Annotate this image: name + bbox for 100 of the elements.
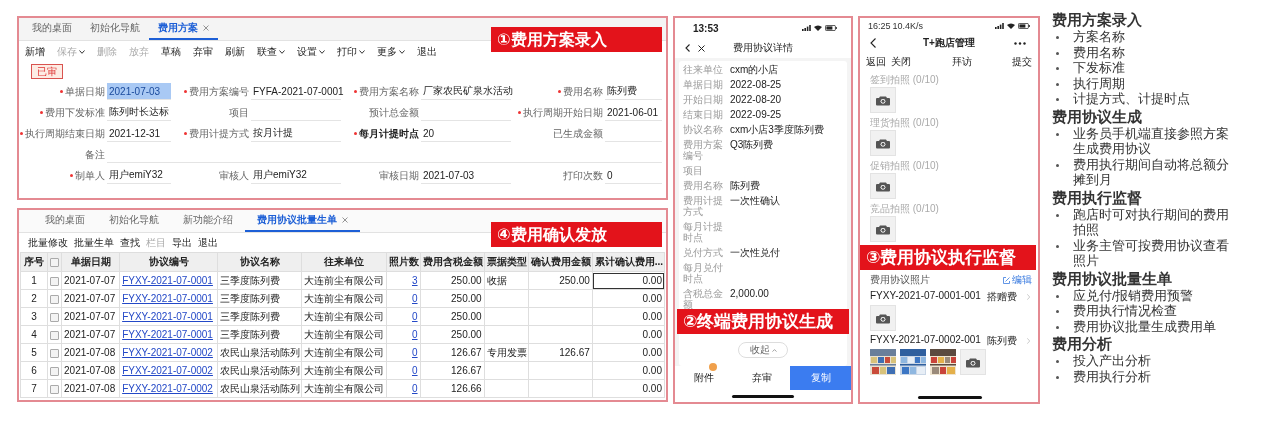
chevron-right-icon[interactable] [1027,338,1030,344]
toolbar-button[interactable]: 批量修改 [25,236,71,250]
input-field[interactable]: 2021-12-31 [107,125,171,142]
toolbar-button[interactable]: 导出 [169,236,195,250]
table-cell: 0.00 [592,379,665,398]
tab[interactable]: 初始化导航 [81,21,149,40]
table-cell: 0.00 [592,271,665,290]
table-cell: 1 [20,271,48,290]
checkbox[interactable] [50,294,60,304]
table-cell: 126.67 [420,343,485,362]
input-field[interactable]: 2021-07-03 [421,167,511,184]
toolbar-button[interactable]: 设置 [291,45,331,59]
more-icon[interactable] [1014,41,1026,45]
column-header[interactable]: 协议名称 [217,252,302,272]
action-button[interactable]: 弃审 [732,366,791,390]
camera-button[interactable] [960,349,986,375]
toolbar-button[interactable]: 查找 [117,236,143,250]
status-badge: 已审 [31,64,63,79]
checkbox[interactable] [50,258,60,268]
tab[interactable]: 费用协议批量生单 [245,213,360,232]
column-header[interactable]: 序号 [20,252,48,272]
input-field[interactable]: 陈列时长达标 [107,104,171,121]
tab[interactable]: 费用方案 [149,21,218,40]
checkbox[interactable] [50,312,60,322]
tab[interactable]: 我的桌面 [33,213,97,232]
photo-count-link[interactable]: 0 [412,293,418,304]
back-icon[interactable] [870,38,876,48]
toolbar-button[interactable]: 联查 [251,45,291,59]
action-link[interactable]: 返回 [866,54,886,69]
toolbar-button[interactable]: 刷新 [219,45,251,59]
table-cell: 6 [20,361,48,380]
tab[interactable]: 新功能介绍 [171,213,245,232]
checkbox[interactable] [50,366,60,376]
camera-button[interactable] [870,305,896,331]
slot-label: 理货拍照 (0/10) [870,116,940,129]
table-cell: 专用发票 [484,343,529,362]
table-cell: 4 [20,325,48,344]
camera-button[interactable] [870,216,896,242]
toolbar-button[interactable]: 退出 [195,236,221,250]
photo-count-link[interactable]: 0 [412,347,418,358]
action-link[interactable]: 关闭 [891,54,911,69]
table-cell: 农民山泉活动陈列 [217,379,302,398]
table-cell: 三季度陈列费 [217,307,302,326]
checkbox[interactable] [50,276,60,286]
toolbar-button[interactable]: 退出 [411,45,443,59]
toolbar-button[interactable]: 批量生单 [71,236,117,250]
toolbar-button[interactable]: 新增 [19,45,51,59]
bullet-icon [1056,132,1059,136]
camera-button[interactable] [870,173,896,199]
toolbar-button[interactable]: 更多 [371,45,411,59]
column-header[interactable]: 票据类型 [484,252,529,272]
column-header[interactable]: 往来单位 [301,252,386,272]
field-value: 一次性兑付 [730,247,780,258]
tab[interactable]: 我的桌面 [23,21,81,40]
toolbar-button[interactable]: 打印 [331,45,371,59]
toolbar-button[interactable]: 草稿 [155,45,187,59]
action-link[interactable]: 拜访 [951,54,972,69]
checkbox[interactable] [50,348,60,358]
copy-button[interactable]: 复制 [790,366,851,390]
input-field[interactable]: 厂家农民矿泉水活动 [421,83,511,100]
photo-count-link[interactable]: 0 [412,311,418,322]
input-field[interactable]: 陈列费 [605,83,662,100]
table-cell: 三季度陈列费 [217,325,302,344]
column-header[interactable]: 累计确认费用... [592,252,665,272]
column-header[interactable]: 协议编号 [119,252,218,272]
photo-count-link[interactable]: 0 [412,365,418,376]
caret-icon [359,50,365,54]
input-field[interactable]: 2021-07-03 [107,83,171,100]
column-header[interactable]: 单据日期 [61,252,120,272]
camera-button[interactable] [870,130,896,156]
checkbox[interactable] [50,384,60,394]
input-field[interactable]: 20 [421,125,511,142]
toolbar-button[interactable]: 弃审 [187,45,219,59]
field-label: 往来单位 [683,64,724,75]
back-icon[interactable] [685,44,690,52]
photo-count-link[interactable]: 0 [412,329,418,340]
action-button[interactable]: 附件 [675,366,733,390]
input-field[interactable]: 按月计提 [251,125,341,142]
chevron-right-icon[interactable] [1027,294,1030,300]
input-field[interactable]: 用户emiY32 [107,167,171,184]
close-icon[interactable] [698,44,705,52]
tab[interactable]: 初始化导航 [97,213,171,232]
photo-count-link[interactable]: 3 [412,275,418,286]
submit-link[interactable]: 提交 [1012,54,1032,69]
table-cell: 0.00 [592,325,665,344]
bullet-icon [1056,310,1059,313]
edit-link[interactable]: 编辑 [1003,273,1032,287]
bullet-text: 跑店时可对执行期间的费用拍照 [1073,207,1230,239]
home-indicator[interactable] [732,394,794,398]
input-field[interactable]: 0 [605,167,662,184]
input-field[interactable]: 2021-06-01 [605,104,662,121]
camera-button[interactable] [870,87,896,113]
input-field[interactable]: 用户emiY32 [251,167,341,184]
column-header[interactable]: 照片数 [386,252,421,272]
slot-label: 竞品拍照 (0/10) [870,202,940,215]
column-header[interactable]: 确认费用金额 [528,252,593,272]
column-header[interactable]: 费用含税金额 [420,252,485,272]
checkbox[interactable] [50,330,60,340]
input-field[interactable]: FYFA-2021-07-0001 [251,83,341,100]
photo-count-link[interactable]: 0 [412,383,418,394]
